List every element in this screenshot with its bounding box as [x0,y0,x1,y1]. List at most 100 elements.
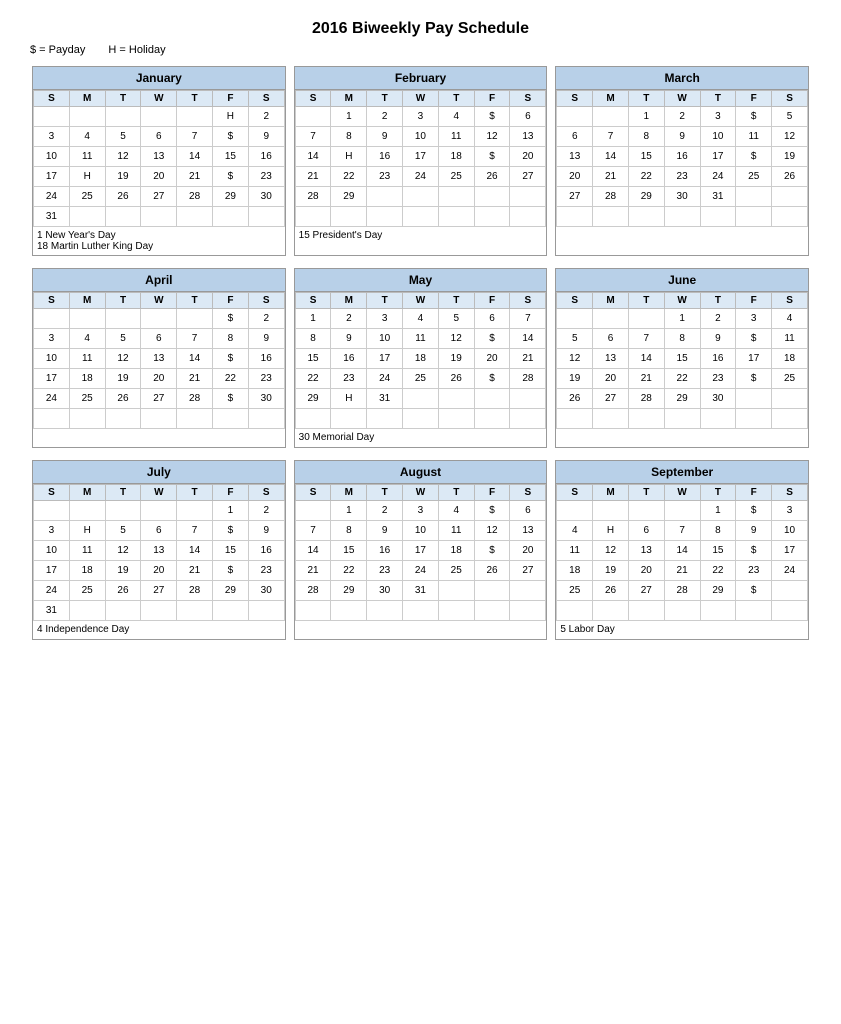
calendar-cell: 5 [105,521,141,541]
calendar-cell: 21 [177,561,213,581]
calendar-cell: 2 [664,107,700,127]
calendar-cell [248,409,284,429]
day-header: F [736,293,772,309]
calendar-cell: 18 [438,147,474,167]
day-header: S [248,293,284,309]
day-header: T [628,293,664,309]
calendar-cell: 1 [212,501,248,521]
calendar-cell: 30 [700,389,736,409]
calendar-cell: 16 [331,349,367,369]
calendar-cell: 9 [331,329,367,349]
calendar-cell: 11 [69,349,105,369]
day-header: T [105,91,141,107]
calendar-cell: $ [736,107,772,127]
calendar-cell: 17 [367,349,403,369]
calendar-cell: 3 [772,501,808,521]
day-header: T [438,293,474,309]
calendar-cell: 12 [105,147,141,167]
calendar-cell: 23 [248,167,284,187]
calendar-cell: 17 [34,561,70,581]
calendar-cell [557,107,593,127]
calendar-cell: 8 [331,521,367,541]
calendar-cell: 1 [331,107,367,127]
calendar-cell [772,409,808,429]
calendar-cell: 25 [438,167,474,187]
day-header: W [664,91,700,107]
day-header: W [141,293,177,309]
calendar-cell [664,501,700,521]
calendar-cell [105,501,141,521]
calendar-cell: 13 [141,349,177,369]
calendar-cell: 9 [736,521,772,541]
day-header: S [248,91,284,107]
calendar-cell: 19 [593,561,629,581]
calendar-cell: 31 [34,601,70,621]
footnotes: 4 Independence Day [33,621,285,639]
calendar-cell: $ [736,329,772,349]
calendar-cell: 28 [593,187,629,207]
day-header: M [331,91,367,107]
day-header: T [628,91,664,107]
calendar-cell [141,107,177,127]
calendar-cell: 24 [403,561,439,581]
calendar-cell: 27 [141,581,177,601]
calendar-cell: 9 [248,127,284,147]
calendar-cell [593,309,629,329]
calendar-cell: 3 [403,501,439,521]
calendar-cell: 10 [772,521,808,541]
calendar-cell: 11 [557,541,593,561]
calendar-cell: 21 [295,561,331,581]
calendar-cell [141,501,177,521]
calendar-cell [105,107,141,127]
calendar-cell [593,107,629,127]
calendar-cell [700,601,736,621]
calendar-cell: 11 [736,127,772,147]
calendar-cell: 12 [438,329,474,349]
calendar-cell [295,207,331,227]
calendar-cell: 7 [295,521,331,541]
calendar-cell: 17 [34,369,70,389]
day-header: F [212,485,248,501]
day-header: F [474,91,510,107]
calendar-cell [474,601,510,621]
footnotes: 30 Memorial Day [295,429,547,447]
calendar-cell: 15 [331,541,367,561]
calendar-cell: 28 [295,581,331,601]
calendar-cell [367,207,403,227]
calendar-cell: 9 [367,127,403,147]
footnotes [556,227,808,245]
calendar-cell: 17 [34,167,70,187]
calendar-cell: 27 [557,187,593,207]
calendar-cell [772,581,808,601]
calendar-cell: 6 [474,309,510,329]
calendar-cell [474,409,510,429]
calendar-cell: 19 [772,147,808,167]
calendar-cell: 24 [403,167,439,187]
calendar-cell: 3 [34,127,70,147]
calendar-table: SMTWTFS1234$6789101112131415161718$20212… [295,484,547,621]
calendar-cell: 20 [593,369,629,389]
calendar-table: SMTWTFS123456789$11121314151617181920212… [556,292,808,429]
calendar-cell: $ [212,521,248,541]
calendar-cell: 26 [593,581,629,601]
calendar-cell: 8 [212,329,248,349]
calendar-cell: 16 [248,147,284,167]
calendar-cell [557,601,593,621]
day-header: T [438,91,474,107]
calendar-cell [510,207,546,227]
calendar-cell [664,601,700,621]
day-header: S [772,485,808,501]
calendar-cell [664,207,700,227]
month-header: July [33,461,285,484]
calendar-cell: 18 [438,541,474,561]
calendar-cell [700,207,736,227]
calendar-cell: 7 [295,127,331,147]
calendar-cell: $ [474,541,510,561]
calendar-cell: 27 [510,167,546,187]
calendar-cell [105,409,141,429]
calendar-cell: 20 [510,541,546,561]
calendar-cell [438,409,474,429]
calendar-cell: $ [474,329,510,349]
calendar-cell: 13 [510,127,546,147]
day-header: M [593,485,629,501]
